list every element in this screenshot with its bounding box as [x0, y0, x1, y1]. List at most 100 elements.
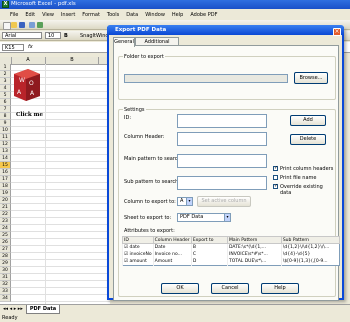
row-header[interactable]: 8	[0, 113, 11, 120]
row-header[interactable]: 27	[0, 246, 11, 253]
th-export-to[interactable]: Export to	[190, 236, 229, 244]
row-header[interactable]: 24	[0, 225, 11, 232]
menu-window[interactable]: Window	[145, 12, 165, 18]
browse-button[interactable]: Browse...	[294, 72, 328, 84]
table-cell-id: ☑ amount	[122, 258, 154, 266]
row-header[interactable]: 2	[0, 71, 11, 78]
menu-data[interactable]: Data	[126, 12, 138, 18]
fx-icon: fx	[28, 44, 33, 50]
tab-nav-arrows-icon[interactable]: ◂◂ ◂ ▸ ▸▸	[3, 306, 23, 312]
grid-row-line	[11, 238, 110, 239]
row-header[interactable]: 20	[0, 197, 11, 204]
font-select[interactable]: Arial	[2, 32, 42, 39]
menu-help[interactable]: Help	[172, 12, 183, 18]
new-icon[interactable]	[3, 22, 11, 30]
row-header[interactable]: 30	[0, 267, 11, 274]
row-header[interactable]: 32	[0, 281, 11, 288]
th-column-header[interactable]: Column Header	[152, 236, 192, 244]
tab-general[interactable]: General	[113, 37, 135, 47]
grid-row-line	[11, 287, 110, 288]
help-button[interactable]: Help	[261, 283, 299, 294]
row-header[interactable]: 26	[0, 239, 11, 246]
menu-tools[interactable]: Tools	[107, 12, 119, 18]
row-header[interactable]: 15	[0, 162, 11, 169]
menu-insert[interactable]: Insert	[61, 12, 75, 18]
row-header[interactable]: 16	[0, 169, 11, 176]
add-button[interactable]: Add	[290, 115, 326, 126]
table-cell-main: DATE:\s*(\d{1,...	[227, 243, 282, 251]
folder-path-field[interactable]	[124, 74, 288, 83]
row-header[interactable]: 21	[0, 204, 11, 211]
row-header[interactable]: 33	[0, 288, 11, 295]
row-header[interactable]: 19	[0, 190, 11, 197]
cancel-button[interactable]: Cancel	[211, 283, 249, 294]
id-field[interactable]	[177, 114, 267, 128]
column-header-a[interactable]: A	[11, 57, 46, 64]
name-box[interactable]: K15	[2, 44, 24, 51]
th-sub-pattern[interactable]: Sub Pattern	[280, 236, 341, 244]
menu-format[interactable]: Format	[82, 12, 100, 18]
table-row[interactable]: ☑ date Date B DATE:\s*(\d{1,... \d{1,2}\/\d{…	[122, 243, 340, 251]
th-id[interactable]: ID	[122, 236, 154, 244]
ok-button[interactable]: OK	[161, 283, 199, 294]
row-header[interactable]: 23	[0, 218, 11, 225]
menu-adobe-pdf[interactable]: Adobe PDF	[190, 12, 217, 18]
row-header[interactable]: 12	[0, 141, 11, 148]
print-icon[interactable]	[29, 22, 35, 28]
row-header[interactable]: 28	[0, 253, 11, 260]
sub-pattern-field[interactable]	[177, 176, 267, 190]
override-existing-checkbox[interactable]: ✓	[273, 184, 278, 189]
save-icon[interactable]	[19, 22, 25, 28]
row-header[interactable]: 22	[0, 211, 11, 218]
print-column-headers-checkbox[interactable]: ✓	[273, 166, 278, 171]
grid-row-line	[11, 154, 110, 155]
delete-button[interactable]: Delete	[290, 134, 326, 145]
menu-edit[interactable]: Edit	[25, 12, 35, 18]
row-header[interactable]: 34	[0, 295, 11, 302]
main-pattern-field[interactable]	[177, 154, 267, 168]
bold-icon[interactable]: B	[64, 33, 70, 39]
row-header[interactable]: 4	[0, 85, 11, 92]
column-header-b[interactable]: B	[46, 57, 99, 64]
sheet-tab-pdf-data[interactable]: PDF Data	[26, 305, 60, 314]
row-header[interactable]: 17	[0, 176, 11, 183]
font-size-select[interactable]: 10	[45, 32, 61, 39]
close-icon[interactable]: ×	[333, 28, 341, 36]
grid-row-line	[11, 196, 110, 197]
row-header[interactable]: 7	[0, 106, 11, 113]
table-cell-export: D	[190, 258, 228, 266]
row-header[interactable]: 10	[0, 127, 11, 134]
th-main-pattern[interactable]: Main Pattern	[227, 236, 282, 244]
row-header[interactable]: 6	[0, 99, 11, 106]
row-header[interactable]: 29	[0, 260, 11, 267]
sheet-select[interactable]: PDF Data ▾	[177, 213, 231, 222]
click-me-label[interactable]: Click me	[16, 112, 43, 118]
menu-view[interactable]: View	[42, 12, 54, 18]
row-header[interactable]: 5	[0, 92, 11, 99]
row-header[interactable]: 18	[0, 183, 11, 190]
table-cell-sub: \d{4}-\d{5}	[280, 251, 340, 258]
row-header[interactable]: 25	[0, 232, 11, 239]
column-header-field[interactable]	[177, 132, 267, 146]
print-file-name-checkbox[interactable]	[273, 175, 278, 180]
row-header[interactable]: 31	[0, 274, 11, 281]
row-header[interactable]: 3	[0, 78, 11, 85]
row-header[interactable]: 14	[0, 155, 11, 162]
open-icon[interactable]	[11, 22, 17, 28]
logo-letter-o: O	[29, 80, 34, 87]
attributes-table[interactable]: ID Column Header Export to Main Pattern …	[122, 236, 341, 266]
column-select[interactable]: A ▾	[177, 197, 193, 206]
table-row[interactable]: ☑ invoiceNo Invoice no... C INVOICE\s*#\s*.…	[122, 251, 340, 258]
table-row[interactable]: ☑ amount Amount D TOTAL DUE\s*\... \$[0-9]{1…	[122, 258, 340, 266]
preview-icon[interactable]	[37, 22, 43, 28]
menu-file[interactable]: File	[10, 12, 18, 18]
woaa-logo-image[interactable]: W O A A	[12, 68, 42, 102]
grid-row-line	[11, 105, 110, 106]
row-header[interactable]: 1	[0, 64, 11, 71]
snagit-button[interactable]: SnagIt	[80, 33, 96, 39]
excel-titlebar: Microsoft Excel - pdf.xls	[0, 0, 350, 9]
set-active-column-button[interactable]: Set active column	[197, 196, 251, 207]
row-header[interactable]: 9	[0, 120, 11, 127]
row-header[interactable]: 13	[0, 148, 11, 155]
row-header[interactable]: 11	[0, 134, 11, 141]
